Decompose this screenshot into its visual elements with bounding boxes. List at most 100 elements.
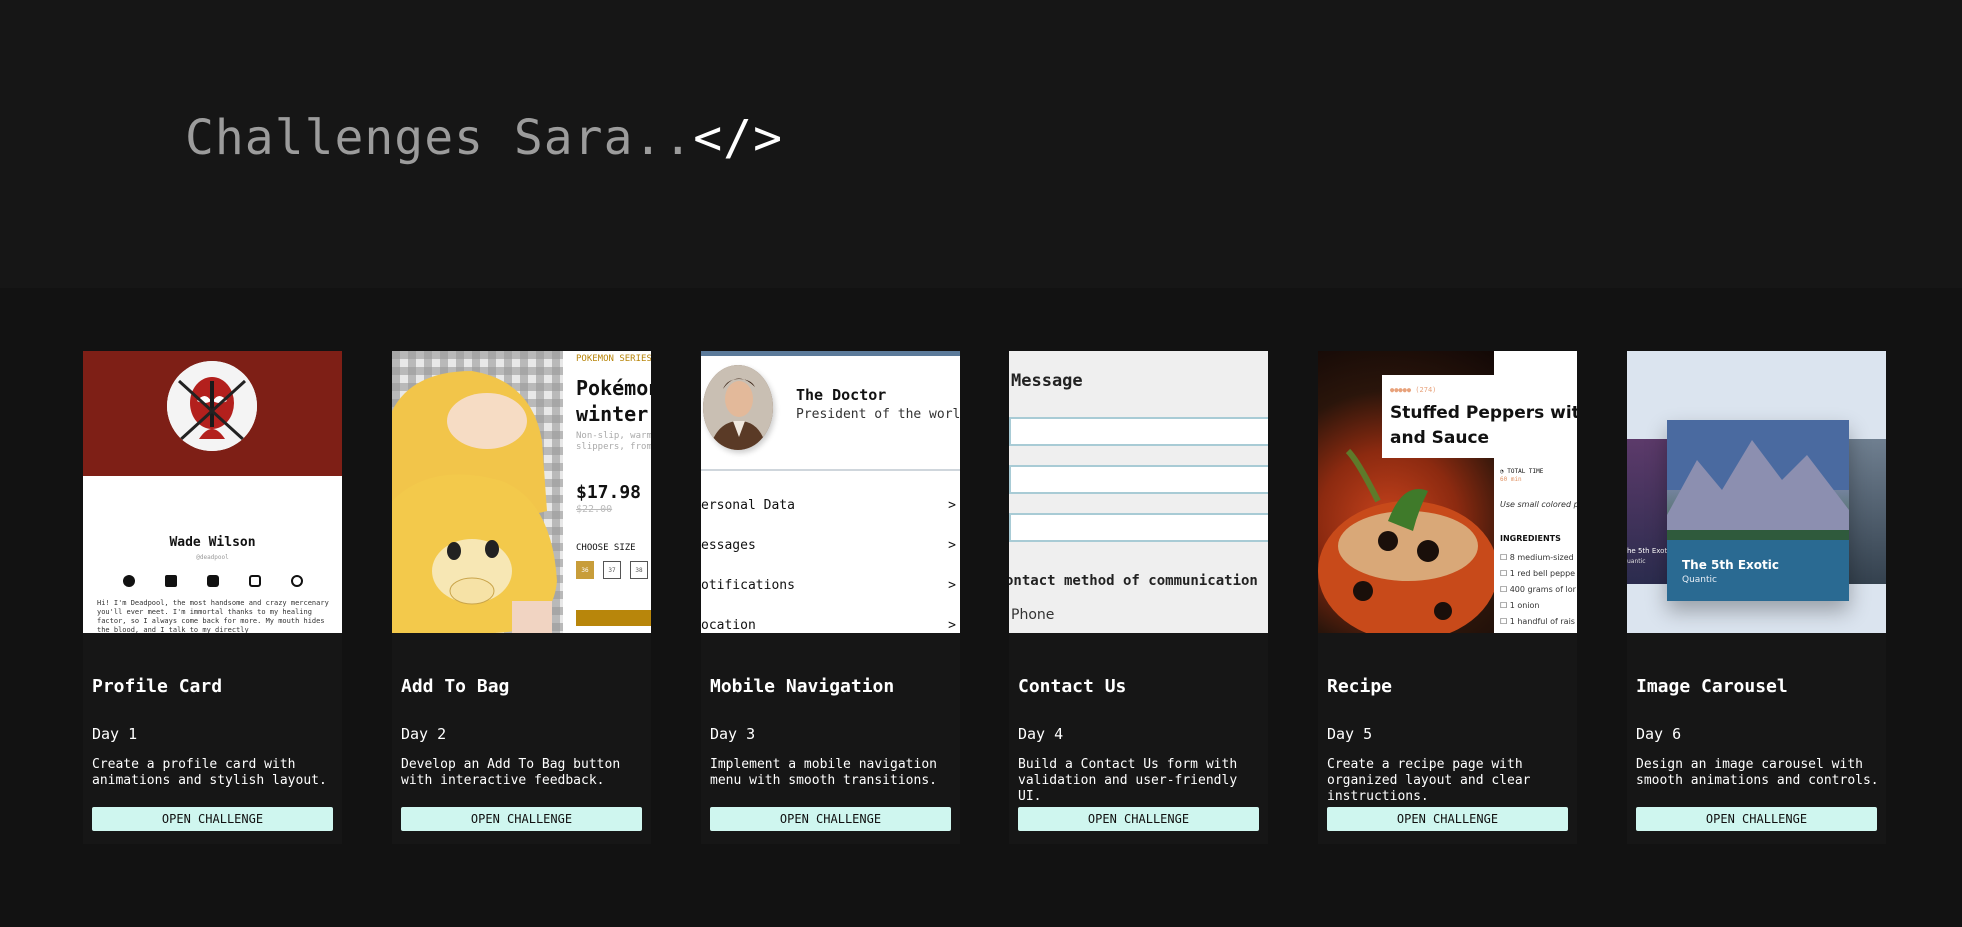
ingredient-text: 1 handful of rais: [1509, 617, 1575, 626]
nav-item-messages[interactable]: essages >: [701, 538, 960, 553]
chevron-right-icon: >: [948, 498, 956, 513]
rating: ●●●●● (274): [1390, 386, 1436, 394]
carousel-slide-active[interactable]: [1667, 420, 1849, 601]
challenge-card-add-to-bag: POKEMON SERIES Pokémon winter Non-slip, …: [392, 351, 651, 844]
form-title: Message: [1011, 371, 1083, 391]
profile-bio: Hi! I'm Deadpool, the most handsome and …: [97, 599, 329, 633]
nav-item-location[interactable]: ocation >: [701, 618, 960, 633]
code-icon: </>: [693, 110, 783, 166]
page-title: Challenges Sara..</>: [185, 110, 783, 166]
open-challenge-button[interactable]: OPEN CHALLENGE: [1018, 807, 1259, 831]
card-title: Mobile Navigation: [710, 676, 895, 697]
carousel-side-subcaption: uantic: [1627, 558, 1646, 565]
ingredient-text: 1 onion: [1509, 601, 1540, 610]
form-input[interactable]: [1009, 417, 1268, 446]
recipe-note: Use small colored p: [1500, 500, 1577, 509]
size-option[interactable]: 38: [630, 561, 648, 579]
avatar: [703, 365, 773, 450]
carousel-subcaption: Quantic: [1682, 575, 1717, 585]
deadpool-avatar-icon: [167, 361, 257, 451]
card-title: Contact Us: [1018, 676, 1127, 697]
profile-handle: @deadpool: [196, 554, 229, 561]
card-description: Create a recipe page with organized layo…: [1327, 757, 1531, 804]
form-input[interactable]: [1009, 513, 1268, 542]
size-label: CHOOSE SIZE: [576, 543, 636, 553]
card-day: Day 5: [1327, 725, 1373, 743]
ingredients-list: ☐ 8 medium-sized ☐ 1 red bell peppe ☐ 40…: [1500, 550, 1576, 630]
instagram-icon[interactable]: [249, 575, 261, 587]
preview-mobile-navigation: The Doctor President of the world ersona…: [701, 351, 960, 633]
list-item[interactable]: ☐ 1 onion: [1500, 598, 1576, 614]
user-name: The Doctor: [796, 386, 887, 404]
carousel-caption: The 5th Exotic: [1682, 558, 1779, 572]
contact-method-label: ontact method of communication: [1009, 573, 1258, 589]
list-item[interactable]: ☐ 400 grams of lor: [1500, 582, 1576, 598]
product-description-line2: slippers, from: [576, 442, 651, 452]
mountain-lake-image-icon: [1667, 420, 1849, 601]
card-day: Day 6: [1636, 725, 1682, 743]
open-challenge-button[interactable]: OPEN CHALLENGE: [710, 807, 951, 831]
chevron-right-icon: >: [948, 618, 956, 633]
nav-item-label: otifications: [701, 578, 795, 593]
product-title-line1: Pokémon: [576, 376, 651, 400]
card-title: Image Carousel: [1636, 676, 1788, 697]
product-series: POKEMON SERIES: [576, 354, 651, 364]
preview-recipe: ●●●●● (274) Stuffed Peppers with and Sau…: [1318, 351, 1577, 633]
total-time-value: 60 min: [1500, 476, 1522, 483]
list-item[interactable]: ☐ 8 medium-sized: [1500, 550, 1576, 566]
youtube-icon[interactable]: [207, 575, 219, 587]
page-title-text: Challenges Sara: [185, 110, 634, 166]
clock-icon: ◔: [1500, 468, 1504, 475]
card-title: Recipe: [1327, 676, 1393, 697]
challenge-card-image-carousel: he 5th Exotic uantic The 5th Exotic Quan…: [1627, 351, 1886, 844]
open-challenge-button[interactable]: OPEN CHALLENGE: [1636, 807, 1877, 831]
product-description-line1: Non-slip, warm: [576, 431, 651, 441]
list-item[interactable]: ☐ 1 red bell peppe: [1500, 566, 1576, 582]
recipe-title-line2: and Sauce: [1390, 428, 1490, 448]
size-option[interactable]: 36: [576, 561, 594, 579]
recipe-title-line1: Stuffed Peppers with: [1390, 403, 1577, 423]
product-price: $17.98: [576, 482, 642, 503]
chevron-right-icon: >: [948, 538, 956, 553]
facebook-icon[interactable]: [123, 575, 135, 587]
card-title: Profile Card: [92, 676, 223, 697]
carousel-slide-next[interactable]: [1849, 439, 1886, 584]
challenge-card-mobile-navigation: The Doctor President of the world ersona…: [701, 351, 960, 844]
star-icon: ●●●●●: [1390, 386, 1412, 394]
nav-item-label: ersonal Data: [701, 498, 795, 513]
user-role: President of the world: [796, 407, 960, 422]
product-title: Pokémon winter: [576, 375, 651, 427]
open-challenge-button[interactable]: OPEN CHALLENGE: [1327, 807, 1568, 831]
card-day: Day 2: [401, 725, 447, 743]
nav-item-personal-data[interactable]: ersonal Data >: [701, 498, 960, 513]
challenge-card-recipe: ●●●●● (274) Stuffed Peppers with and Sau…: [1318, 351, 1577, 844]
profile-name: Wade Wilson: [169, 535, 256, 550]
hero-header: Challenges Sara..</>: [0, 0, 1962, 288]
list-item[interactable]: ☐ 1 handful of rais: [1500, 614, 1576, 630]
ingredient-text: 400 grams of lor: [1509, 585, 1576, 594]
ingredient-text: 1 red bell peppe: [1509, 569, 1576, 578]
challenge-card-contact-us: Message ontact method of communication P…: [1009, 351, 1268, 844]
recipe-title: Stuffed Peppers with and Sauce: [1390, 401, 1577, 451]
total-time-label: TOTAL TIME: [1507, 468, 1544, 475]
rating-count: (274): [1415, 386, 1437, 394]
nav-item-notifications[interactable]: otifications >: [701, 578, 960, 593]
size-option[interactable]: 37: [603, 561, 621, 579]
open-challenge-button[interactable]: OPEN CHALLENGE: [401, 807, 642, 831]
phone-option[interactable]: Phone: [1011, 607, 1054, 623]
ingredient-text: 8 medium-sized: [1509, 553, 1574, 562]
form-input[interactable]: [1009, 465, 1268, 494]
product-title-line2: winter: [576, 402, 649, 426]
dribbble-icon[interactable]: [291, 575, 303, 587]
card-day: Day 4: [1018, 725, 1064, 743]
accent-bar: [701, 351, 960, 356]
preview-profile-card: Wade Wilson @deadpool Hi! I'm Deadpool, …: [83, 351, 342, 633]
card-day: Day 1: [92, 725, 138, 743]
divider: [701, 469, 960, 471]
card-description: Create a profile card with animations an…: [92, 757, 327, 788]
linkedin-icon[interactable]: [165, 575, 177, 587]
preview-contact-us: Message ontact method of communication P…: [1009, 351, 1268, 633]
add-to-bag-button[interactable]: [576, 610, 651, 626]
open-challenge-button[interactable]: OPEN CHALLENGE: [92, 807, 333, 831]
card-day: Day 3: [710, 725, 756, 743]
